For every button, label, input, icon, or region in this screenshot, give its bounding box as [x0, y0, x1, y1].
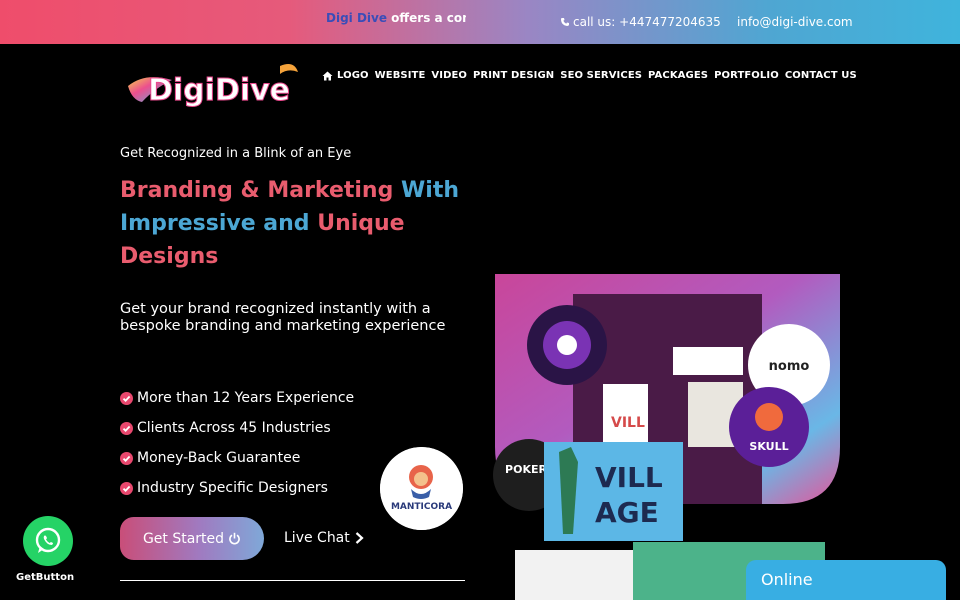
nav-item-packages[interactable]: PACKAGES [648, 70, 708, 81]
phone-icon [561, 18, 569, 26]
poker-logo: POKER [505, 463, 547, 476]
feature-text: Money-Back Guarantee [137, 450, 301, 466]
phone-text: call us: +447477204635 [573, 15, 721, 29]
hero-headline: Branding & Marketing With Impressive and… [120, 174, 480, 273]
list-item: Industry Specific Designers [120, 473, 354, 503]
list-item: More than 12 Years Experience [120, 383, 354, 413]
manticora-logo-badge: MANTICORA [380, 447, 463, 530]
nav-item-video[interactable]: VIDEO [431, 70, 467, 81]
phone-link[interactable]: call us: +447477204635 [560, 15, 721, 29]
check-circle-icon [120, 391, 133, 405]
power-icon [229, 532, 240, 545]
getbutton-text: GetButton [16, 572, 75, 583]
top-bar: Digi Dive offers a com call us: +4474772… [0, 0, 960, 44]
marquee-text: offers a com [387, 11, 466, 25]
cta-label: Get Started [142, 530, 225, 547]
nav-item-portfolio[interactable]: PORTFOLIO [714, 70, 779, 81]
badge-label: MANTICORA [391, 502, 452, 512]
email-link[interactable]: info@digi-dive.com [737, 15, 853, 29]
nav-label: LOGO [337, 70, 369, 81]
list-item: Money-Back Guarantee [120, 443, 354, 473]
main-nav: LOGO WEBSITE VIDEO PRINT DESIGN SEO SERV… [322, 70, 857, 81]
feature-text: Clients Across 45 Industries [137, 420, 331, 436]
check-circle-icon [120, 481, 133, 495]
feature-text: Industry Specific Designers [137, 480, 328, 496]
nav-item-logo[interactable]: LOGO [322, 70, 369, 81]
svg-text:AGE: AGE [595, 496, 659, 529]
hero-subtitle: Get your brand recognized instantly with… [120, 301, 446, 334]
get-started-button[interactable]: Get Started [120, 517, 264, 560]
announcement-marquee: Digi Dive offers a com [326, 11, 466, 29]
hero-divider [120, 580, 465, 581]
nav-item-website[interactable]: WEBSITE [375, 70, 426, 81]
nav-item-print-design[interactable]: PRINT DESIGN [473, 70, 554, 81]
digidive-logo[interactable]: DigiDive [120, 58, 305, 118]
live-chat-label: Live Chat [284, 530, 350, 546]
nav-item-contact-us[interactable]: CONTACT US [785, 70, 857, 81]
skull-logo: SKULL [749, 440, 788, 453]
hero-eyebrow: Get Recognized in a Blink of an Eye [120, 146, 352, 161]
feature-text: More than 12 Years Experience [137, 390, 355, 406]
live-chat-link[interactable]: Live Chat [284, 530, 364, 546]
marquee-brand: Digi Dive [326, 11, 387, 25]
list-item: Clients Across 45 Industries [120, 413, 354, 443]
nomo-logo: nomo [769, 359, 810, 374]
check-circle-icon [120, 421, 133, 435]
nav-item-seo-services[interactable]: SEO SERVICES [560, 70, 642, 81]
online-chat-widget[interactable]: Online [746, 560, 946, 600]
whatsapp-button[interactable] [23, 516, 73, 566]
chevron-right-icon [355, 532, 364, 544]
online-label: Online [761, 570, 813, 589]
logo-wordmark: DigiDive [148, 73, 290, 108]
whatsapp-icon [35, 527, 61, 553]
check-circle-icon [120, 451, 133, 465]
home-icon [322, 71, 333, 80]
feature-list: More than 12 Years Experience Clients Ac… [120, 383, 354, 503]
svg-text:VILL: VILL [611, 415, 645, 431]
branding-collage-image: VILL nomo SKULL POKER VILL AGE [493, 274, 840, 600]
getbutton-label[interactable]: GetButton [16, 572, 74, 583]
headline-part-1: Branding & Marketing [120, 178, 394, 203]
svg-text:VILL: VILL [595, 461, 663, 494]
